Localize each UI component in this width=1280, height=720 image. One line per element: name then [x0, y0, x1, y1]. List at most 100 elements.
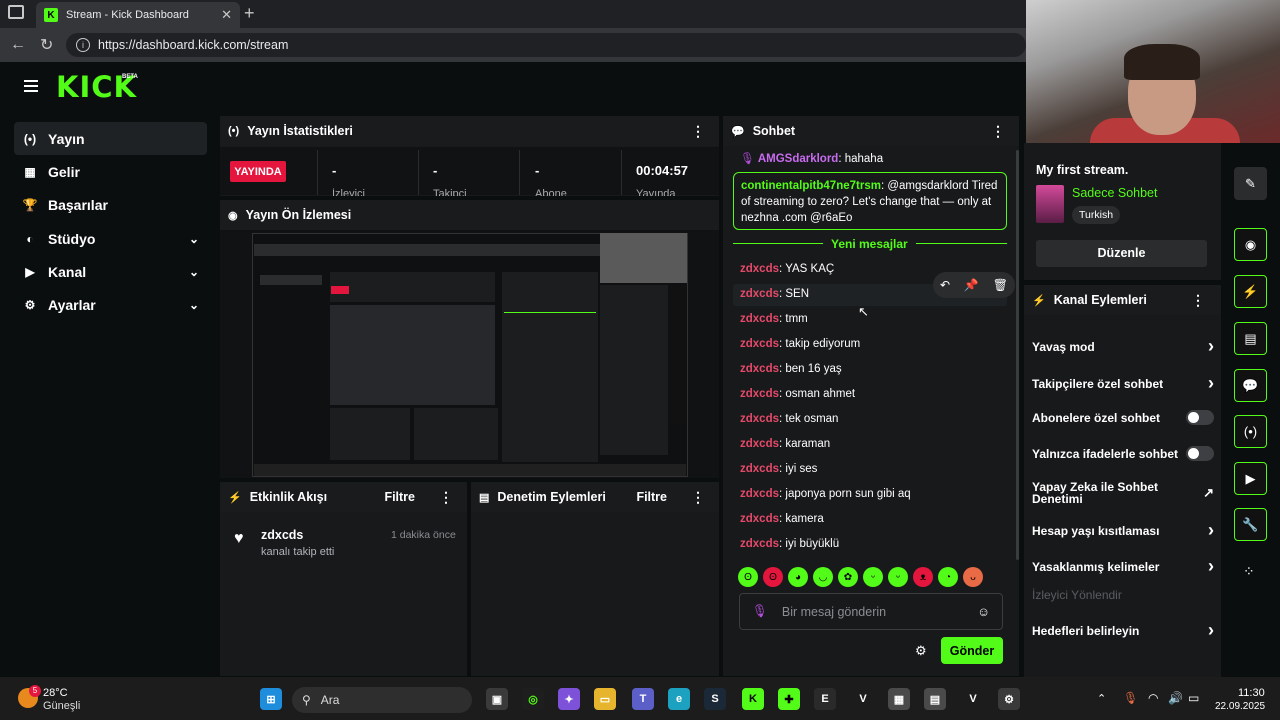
chevron-right-icon[interactable]: › [1208, 373, 1214, 394]
more-options-icon[interactable]: ⋮ [1191, 292, 1205, 309]
chat-username[interactable]: continentalpitb47ne7trsm [741, 180, 881, 192]
chat-username[interactable]: zdxcds [740, 338, 779, 350]
gear-icon[interactable]: ⚙ [915, 643, 927, 659]
more-apps-icon[interactable]: ⁘ [1243, 563, 1255, 580]
chat-username[interactable]: zdxcds [740, 488, 779, 500]
channel-action-item[interactable]: Hesap yaşı kısıtlaması › [1032, 520, 1214, 541]
moderation-filter-button[interactable]: Filtre [636, 490, 667, 504]
chat-input[interactable]: 🎙 Bir mesaj gönderin ☺ [739, 593, 1003, 630]
chat-username[interactable]: zdxcds [740, 313, 779, 325]
chat-username[interactable]: zdxcds [740, 263, 779, 275]
chat-username[interactable]: zdxcds [740, 388, 779, 400]
video-icon[interactable]: ▶ [1234, 462, 1267, 495]
sidebar-item-yayin[interactable]: (•) Yayın [14, 122, 207, 155]
chat-username[interactable]: zdxcds [740, 413, 779, 425]
app-icon[interactable]: ▤ [924, 688, 946, 710]
stream-category[interactable]: Sadece Sohbet [1072, 186, 1158, 200]
microphone-icon[interactable]: 🎙 [1123, 691, 1138, 705]
clock-date[interactable]: 22.09.2025 [1215, 701, 1265, 712]
more-options-icon[interactable]: ⋮ [691, 489, 705, 506]
more-options-icon[interactable]: ⋮ [991, 123, 1005, 140]
emote-icon[interactable]: ✿ [838, 567, 858, 587]
tab-actions-icon[interactable] [8, 5, 24, 19]
chat-bubble-icon[interactable]: 💬 [1234, 369, 1267, 402]
browser-tab[interactable]: K Stream - Kick Dashboard ✕ [36, 2, 240, 28]
menu-icon[interactable] [24, 80, 38, 92]
channel-action-item[interactable]: Yasaklanmış kelimeler › [1032, 556, 1214, 577]
chevron-right-icon[interactable]: › [1208, 620, 1214, 641]
chevron-right-icon[interactable]: › [1208, 520, 1214, 541]
emote-icon[interactable]: ᴥ [913, 567, 933, 587]
emote-icon[interactable]: ʘ [738, 567, 758, 587]
wrench-icon[interactable]: 🔧 [1234, 508, 1267, 541]
site-info-icon[interactable]: i [76, 38, 90, 52]
store-icon[interactable]: ▦ [888, 688, 910, 710]
windows-start-icon[interactable]: ⊞ [260, 688, 282, 710]
edit-stream-button[interactable]: Düzenle [1036, 240, 1207, 267]
chat-username[interactable]: zdxcds [740, 363, 779, 375]
chat-username[interactable]: zdxcds [740, 438, 779, 450]
reload-icon[interactable]: ↻ [40, 35, 53, 55]
new-tab-button[interactable]: + [244, 3, 255, 24]
battery-icon[interactable]: ▭ [1188, 691, 1199, 705]
activity-filter-button[interactable]: Filtre [384, 490, 415, 504]
activity-user[interactable]: zdxcds [261, 528, 303, 542]
toggle-switch[interactable] [1186, 410, 1214, 425]
more-options-icon[interactable]: ⋮ [691, 123, 705, 140]
sidebar-item-ayarlar[interactable]: ⚙ Ayarlar ⌄ [14, 288, 207, 321]
emoji-icon[interactable]: ☺ [977, 605, 990, 619]
channel-action-item[interactable]: Hedefleri belirleyin › [1032, 620, 1214, 641]
wifi-icon[interactable]: ◠ [1148, 691, 1158, 705]
emote-icon[interactable]: ◡ [813, 567, 833, 587]
channel-action-item[interactable]: Takipçilere özel sohbet › [1032, 373, 1214, 394]
back-icon[interactable]: ← [10, 36, 26, 54]
sidebar-item-studyo[interactable]: ◐ Stüdyo ⌄ [14, 222, 207, 255]
clock-time[interactable]: 11:30 [1238, 687, 1265, 699]
lightning-icon[interactable]: ⚡ [1234, 275, 1267, 308]
valorant-icon[interactable]: V [852, 688, 874, 710]
valorant-icon[interactable]: V [962, 688, 984, 710]
url-field[interactable]: i https://dashboard.kick.com/stream [66, 33, 1026, 57]
chat-username[interactable]: zdxcds [740, 288, 779, 300]
teams-icon[interactable]: T [632, 688, 654, 710]
chat-username[interactable]: zdxcds [740, 538, 779, 550]
chat-username[interactable]: AMGSdarklord [758, 153, 839, 165]
camera-icon[interactable]: ◉ [1234, 228, 1267, 261]
sidebar-item-gelir[interactable]: ▦ Gelir [14, 155, 207, 188]
channel-action-item[interactable]: Yalnızca ifadelerle sohbet [1032, 446, 1214, 461]
reply-icon[interactable]: ↶ [940, 278, 950, 292]
chat-scrollbar[interactable] [1016, 150, 1019, 560]
sidebar-item-basarilar[interactable]: 🏆 Başarılar [14, 188, 207, 221]
kick-app-icon[interactable]: K [742, 688, 764, 710]
task-view-icon[interactable]: ▣ [486, 688, 508, 710]
channel-action-item[interactable]: Yavaş mod › [1032, 336, 1214, 357]
external-link-icon[interactable]: ↗ [1203, 485, 1214, 501]
channel-action-item[interactable]: Abonelere özel sohbet [1032, 410, 1214, 425]
sidebar-item-kanal[interactable]: ▶ Kanal ⌄ [14, 255, 207, 288]
taskbar-search[interactable]: ⚲ Ara [292, 687, 472, 713]
close-tab-icon[interactable]: ✕ [221, 7, 232, 23]
edge-icon[interactable]: e [668, 688, 690, 710]
emote-icon[interactable]: ◕ [788, 567, 808, 587]
trash-icon[interactable]: 🗑 [993, 278, 1008, 292]
copilot-icon[interactable]: ✦ [558, 688, 580, 710]
chat-username[interactable]: zdxcds [740, 513, 779, 525]
tray-chevron-icon[interactable]: ⌃ [1097, 692, 1106, 705]
more-options-icon[interactable]: ⋮ [439, 489, 453, 506]
mic-icon[interactable]: 🎙 [752, 604, 768, 619]
steam-icon[interactable]: S [704, 688, 726, 710]
file-explorer-icon[interactable]: ▭ [594, 688, 616, 710]
emote-icon[interactable]: ᴗ [963, 567, 983, 587]
emote-icon[interactable]: ᵕ [888, 567, 908, 587]
edit-pencil-icon[interactable]: ✎ [1234, 167, 1267, 200]
chevron-right-icon[interactable]: › [1208, 556, 1214, 577]
broadcast-icon[interactable]: (•) [1234, 415, 1267, 448]
chat-username[interactable]: zdxcds [740, 463, 779, 475]
emote-icon[interactable]: ◔ [938, 567, 958, 587]
settings-app-icon[interactable]: ⚙ [998, 688, 1020, 710]
chevron-right-icon[interactable]: › [1208, 336, 1214, 357]
speaker-icon[interactable]: 🔊 [1168, 691, 1183, 705]
document-icon[interactable]: ▤ [1234, 322, 1267, 355]
emote-icon[interactable]: ᵕ [863, 567, 883, 587]
send-button[interactable]: Gönder [941, 637, 1003, 664]
